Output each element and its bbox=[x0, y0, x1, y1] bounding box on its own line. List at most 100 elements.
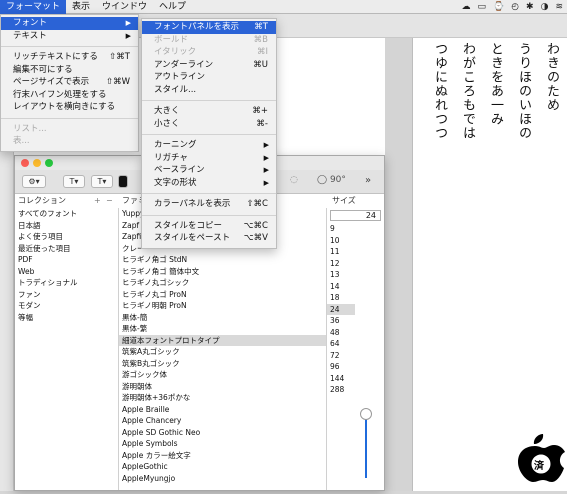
size-item[interactable]: 72 bbox=[327, 350, 355, 362]
menu-item[interactable]: リガチャ ▶ bbox=[142, 152, 276, 165]
family-item[interactable]: 細道本フォントプロトタイプ bbox=[119, 334, 326, 346]
size-item[interactable]: 9 bbox=[327, 223, 355, 235]
menu-item[interactable]: スタイルをペースト ⌥⌘V bbox=[142, 232, 276, 245]
size-item[interactable]: 288 bbox=[327, 384, 355, 396]
volume-icon[interactable]: ◑ bbox=[541, 2, 549, 12]
bluetooth-icon[interactable]: ✱ bbox=[526, 2, 534, 12]
menu-item-label: スタイル... bbox=[154, 84, 197, 95]
menu-item-label: アウトライン bbox=[154, 72, 206, 82]
underline-button[interactable]: T▾ bbox=[63, 175, 85, 188]
menu-item[interactable]: スタイルをコピー ⌥⌘C bbox=[142, 220, 276, 233]
family-item[interactable]: ヒラギノ角ゴ 簡体中文 bbox=[119, 266, 326, 278]
collection-item[interactable]: PDF bbox=[15, 254, 118, 266]
family-item[interactable]: 筑紫B丸ゴシック bbox=[119, 358, 326, 370]
menu-help[interactable]: ヘルプ bbox=[153, 0, 192, 14]
document-page[interactable]: わきのため うりほのいほの ときをあ一み わがころもでは つゆにぬれつつ bbox=[412, 38, 567, 491]
menu-item[interactable]: カーニング ▶ bbox=[142, 139, 276, 152]
text-column: わがころもでは bbox=[460, 42, 475, 140]
family-item[interactable]: AppleMyungjo bbox=[119, 473, 326, 485]
menu-item[interactable]: 大きく ⌘+ bbox=[142, 105, 276, 118]
collection-item[interactable]: すべてのフォント bbox=[15, 208, 118, 220]
size-item[interactable]: 64 bbox=[327, 338, 355, 350]
size-field[interactable]: 24 bbox=[330, 210, 381, 221]
size-slider-knob[interactable] bbox=[360, 408, 372, 420]
strikethrough-button[interactable]: T▾ bbox=[91, 175, 113, 188]
family-item[interactable]: Apple Braille bbox=[119, 404, 326, 416]
menu-item-label: スタイルをコピー bbox=[154, 220, 223, 231]
family-item[interactable]: Apple Symbols bbox=[119, 438, 326, 450]
zoom-icon[interactable] bbox=[45, 159, 53, 167]
close-icon[interactable] bbox=[21, 159, 29, 167]
menu-item[interactable]: リッチテキストにする ⇧⌘T bbox=[1, 51, 138, 64]
more-button[interactable]: » bbox=[365, 175, 371, 186]
family-item[interactable]: ヒラギノ丸ゴ ProN bbox=[119, 289, 326, 301]
collection-item[interactable]: 等幅 bbox=[15, 312, 118, 324]
family-item[interactable]: ヒラギノ明朝 ProN bbox=[119, 300, 326, 312]
size-item[interactable]: 14 bbox=[327, 281, 355, 293]
size-item[interactable]: 48 bbox=[327, 327, 355, 339]
family-item[interactable]: AppleGothic bbox=[119, 461, 326, 473]
shadow-slider-icon[interactable]: ◌ bbox=[290, 175, 308, 188]
remove-collection-button[interactable]: − bbox=[106, 194, 113, 208]
menu-item[interactable]: 編集不可にする bbox=[1, 64, 138, 77]
menu-item[interactable]: 行末ハイフン処理をする bbox=[1, 89, 138, 102]
wifi-icon[interactable]: ≋ bbox=[555, 2, 563, 12]
text-color-button[interactable] bbox=[118, 175, 128, 188]
menu-item[interactable]: アンダーライン ⌘U bbox=[142, 59, 276, 72]
menu-separator bbox=[1, 117, 138, 119]
add-collection-button[interactable]: + bbox=[94, 194, 101, 208]
clock-icon[interactable]: ⌚ bbox=[493, 2, 504, 12]
size-item[interactable]: 96 bbox=[327, 361, 355, 373]
size-item[interactable]: 24 bbox=[327, 303, 355, 315]
size-item[interactable]: 144 bbox=[327, 373, 355, 385]
family-item[interactable]: ヒラギノ角ゴ StdN bbox=[119, 254, 326, 266]
family-item[interactable]: Apple Chancery bbox=[119, 415, 326, 427]
shadow-angle-dial[interactable]: ◯ 90° bbox=[317, 175, 346, 185]
size-item[interactable]: 36 bbox=[327, 315, 355, 327]
size-item[interactable]: 11 bbox=[327, 246, 355, 258]
menu-item[interactable]: 小さく ⌘- bbox=[142, 118, 276, 131]
menu-format[interactable]: フォーマット bbox=[0, 0, 67, 14]
family-item[interactable]: 黒体-繁 bbox=[119, 323, 326, 335]
size-item[interactable]: 13 bbox=[327, 269, 355, 281]
menu-item[interactable]: フォントパネルを表示 ⌘T bbox=[142, 21, 276, 34]
drive-icon[interactable]: ▭ bbox=[477, 2, 486, 12]
family-item[interactable]: Apple カラー絵文字 bbox=[119, 450, 326, 462]
submenu-arrow-icon: ▶ bbox=[125, 19, 131, 27]
menu-item[interactable]: テキスト ▶ bbox=[1, 30, 138, 43]
action-menu-button[interactable]: ⚙▾ bbox=[22, 175, 46, 188]
collection-item[interactable]: 最近使った項目 bbox=[15, 243, 118, 255]
size-item[interactable]: 12 bbox=[327, 258, 355, 270]
dropbox-icon[interactable]: ☁ bbox=[461, 2, 470, 12]
menu-item[interactable]: 文字の形状 ▶ bbox=[142, 177, 276, 190]
family-item[interactable]: 黒体-簡 bbox=[119, 312, 326, 324]
collection-item[interactable]: Web bbox=[15, 266, 118, 278]
menu-item-label: ボールド bbox=[154, 34, 189, 45]
menu-item[interactable]: フォント ▶ bbox=[1, 17, 138, 30]
menu-item[interactable]: スタイル... bbox=[142, 84, 276, 97]
menu-item[interactable]: ページサイズで表示 ⇧⌘W bbox=[1, 76, 138, 89]
collection-item[interactable]: モダン bbox=[15, 300, 118, 312]
collection-item[interactable]: トラディショナル bbox=[15, 277, 118, 289]
family-item[interactable]: Apple SD Gothic Neo bbox=[119, 427, 326, 439]
family-item[interactable]: 筑紫A丸ゴシック bbox=[119, 346, 326, 358]
collection-item[interactable]: ファン bbox=[15, 289, 118, 301]
time-machine-icon[interactable]: ◴ bbox=[511, 2, 519, 12]
minimize-icon[interactable] bbox=[33, 159, 41, 167]
menu-item[interactable]: カラーパネルを表示 ⇧⌘C bbox=[142, 198, 276, 211]
size-item[interactable]: 10 bbox=[327, 235, 355, 247]
family-item[interactable]: 游明朝体+36ポかな bbox=[119, 392, 326, 404]
size-item[interactable]: 18 bbox=[327, 292, 355, 304]
menu-item[interactable]: レイアウトを横向きにする bbox=[1, 101, 138, 114]
menu-window[interactable]: ウインドウ bbox=[96, 0, 153, 14]
family-item[interactable]: 游明朝体 bbox=[119, 381, 326, 393]
menu-item[interactable]: ベースライン ▶ bbox=[142, 164, 276, 177]
menu-item-label: イタリック bbox=[154, 47, 197, 57]
menu-view[interactable]: 表示 bbox=[66, 0, 96, 14]
collection-item[interactable]: 日本語 bbox=[15, 220, 118, 232]
menu-item[interactable]: アウトライン bbox=[142, 71, 276, 84]
family-item[interactable]: 游ゴシック体 bbox=[119, 369, 326, 381]
collection-item[interactable]: よく使う項目 bbox=[15, 231, 118, 243]
family-item[interactable]: ヒラギノ丸ゴシック bbox=[119, 277, 326, 289]
size-slider-track[interactable] bbox=[365, 418, 367, 478]
